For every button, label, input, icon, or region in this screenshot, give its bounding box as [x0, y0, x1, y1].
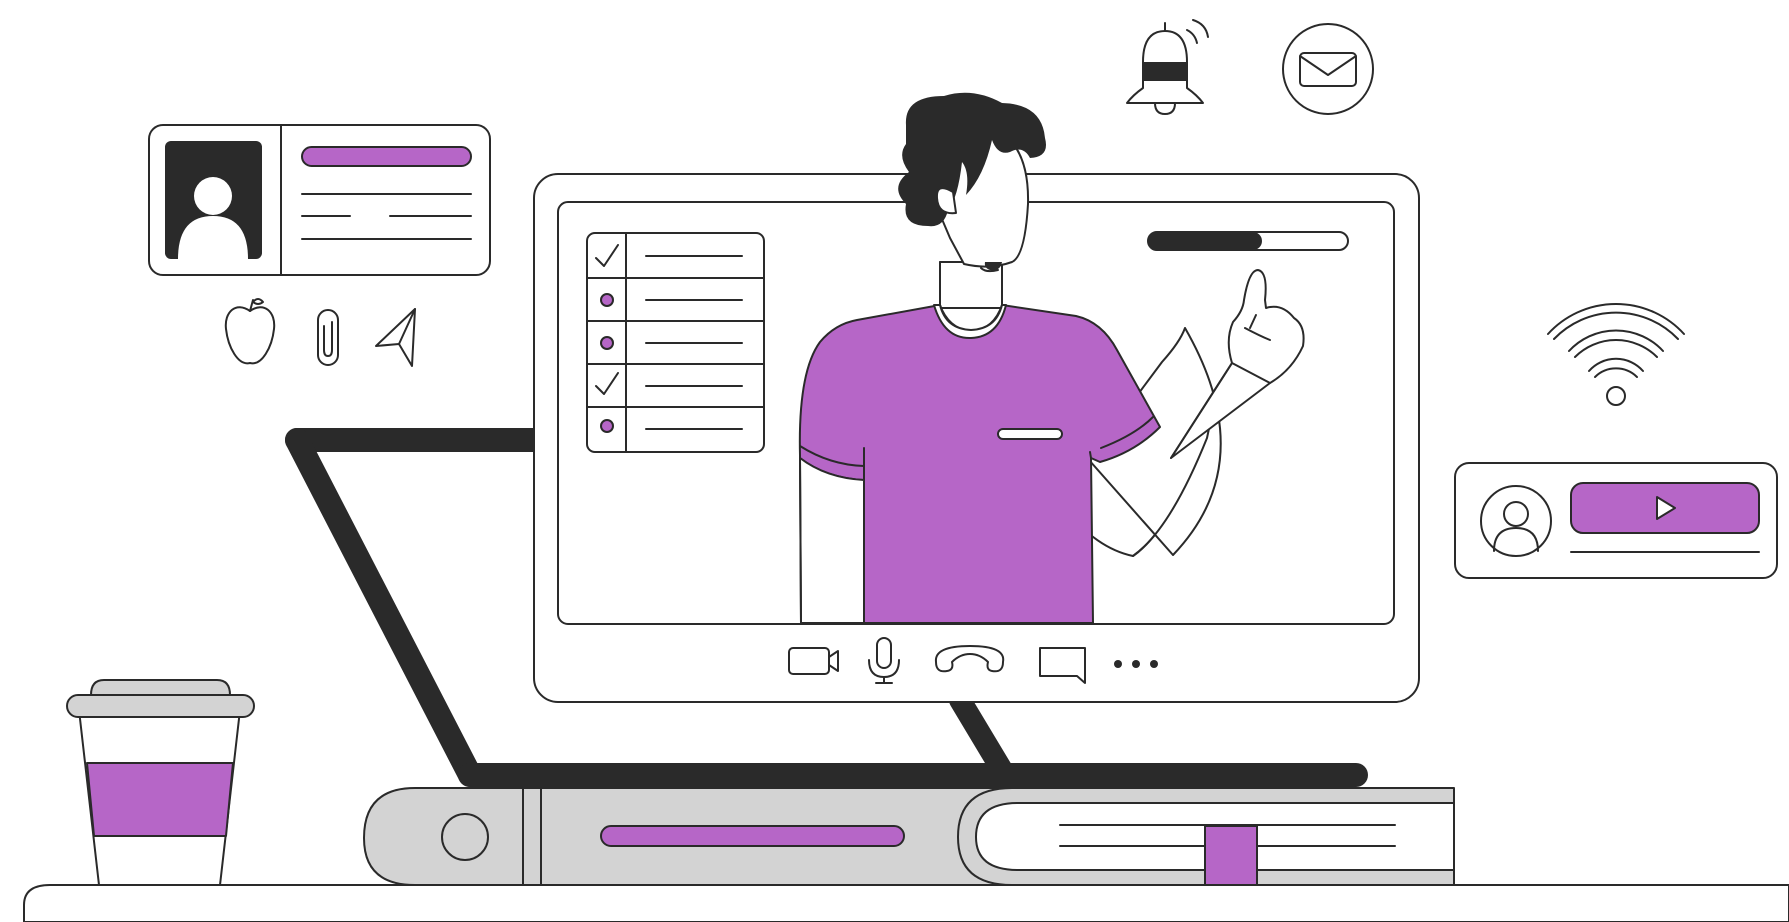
desk-surface — [23, 884, 1789, 922]
user-avatar-icon — [1480, 485, 1552, 557]
profile-name-bar — [301, 146, 472, 167]
coffee-cup — [66, 679, 255, 886]
bullet-dot — [600, 293, 614, 307]
profile-card — [148, 124, 491, 276]
bullet-dot — [600, 419, 614, 433]
wifi-icon — [1547, 302, 1685, 406]
laptop-frame — [285, 428, 557, 787]
apple-icon — [224, 298, 276, 365]
e-learning-illustration — [23, 19, 1789, 922]
monitor — [533, 92, 1420, 786]
bell-icon — [1126, 19, 1209, 115]
progress-bar — [1147, 231, 1349, 251]
book-spine-label — [600, 825, 905, 847]
bullet-dot — [600, 336, 614, 350]
avatar-icon — [165, 141, 262, 259]
more-options-icon[interactable] — [1114, 660, 1158, 668]
progress-fill — [1148, 232, 1262, 250]
checklist-panel — [586, 232, 765, 453]
paperclip-icon — [317, 309, 339, 366]
paper-plane-icon — [375, 308, 416, 367]
media-card — [1454, 462, 1778, 579]
mail-icon — [1282, 23, 1374, 115]
